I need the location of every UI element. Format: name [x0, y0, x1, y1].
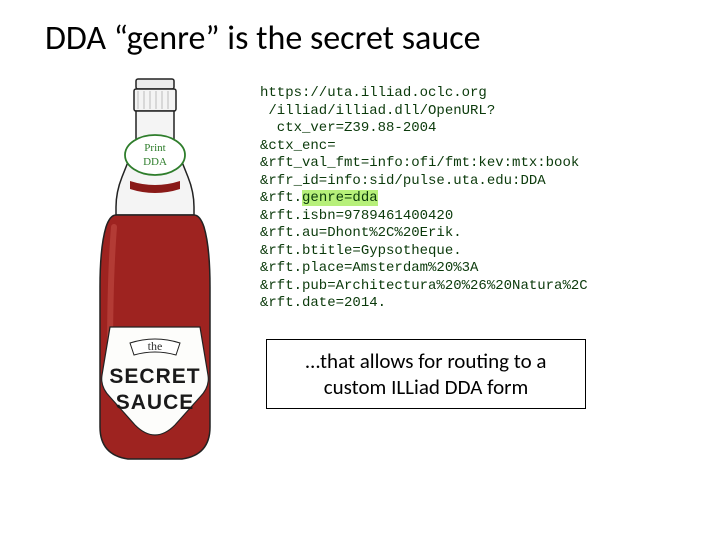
genre-highlight: genre=dda	[302, 190, 378, 206]
content-area: Print DDA the SECRET SAUCE https://uta.i…	[0, 59, 720, 467]
caption-box: …that allows for routing to a custom ILL…	[266, 339, 586, 410]
url-line-1: /illiad/illiad.dll/OpenURL?	[260, 103, 680, 121]
url-l6-prefix: &rft.	[260, 190, 302, 206]
neck-label-line1: Print	[144, 142, 165, 154]
url-line-4: &rft_val_fmt=info:ofi/fmt:kev:mtx:book	[260, 155, 680, 173]
url-line-2: ctx_ver=Z39.88-2004	[260, 120, 680, 138]
url-line-3: &ctx_enc=	[260, 138, 680, 156]
url-line-0: https://uta.illiad.oclc.org	[260, 85, 680, 103]
openurl-block: https://uta.illiad.oclc.org /illiad/illi…	[260, 77, 680, 467]
url-line-5: &rfr_id=info:sid/pulse.uta.edu:DDA	[260, 173, 680, 191]
label-big-line1: SECRET	[109, 365, 200, 388]
url-line-12: &rft.date=2014.	[260, 295, 680, 313]
url-line-11: &rft.pub=Architectura%20%26%20Natura%2C	[260, 278, 680, 296]
url-line-8: &rft.au=Dhont%2C%20Erik.	[260, 225, 680, 243]
url-line-10: &rft.place=Amsterdam%20%3A	[260, 260, 680, 278]
label-big-line2: SAUCE	[116, 391, 195, 414]
url-line-7: &rft.isbn=9789461400420	[260, 208, 680, 226]
neck-label-line2: DDA	[143, 156, 167, 168]
ketchup-bottle-svg: Print DDA the SECRET SAUCE	[70, 77, 240, 467]
url-line-9: &rft.btitle=Gypsotheque.	[260, 243, 680, 261]
label-small-text: the	[148, 339, 163, 353]
slide-title: DDA “genre” is the secret sauce	[0, 0, 720, 59]
url-line-6: &rft.genre=dda	[260, 190, 680, 208]
bottle-illustration: Print DDA the SECRET SAUCE	[70, 77, 240, 467]
